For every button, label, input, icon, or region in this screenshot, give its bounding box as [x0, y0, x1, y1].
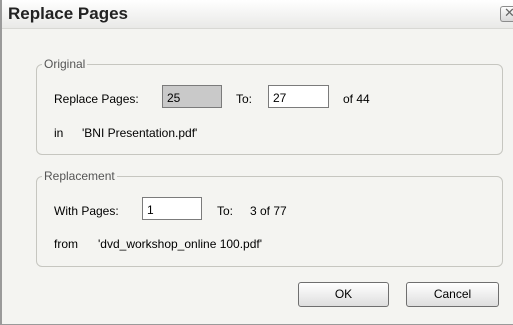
original-page-count: of 44 — [343, 92, 370, 106]
replace-pages-label: Replace Pages: — [54, 92, 139, 106]
replacement-page-range: 3 of 77 — [250, 204, 287, 218]
close-icon: ✕ — [504, 5, 513, 20]
original-to-label: To: — [236, 92, 253, 106]
cancel-button[interactable]: Cancel — [406, 282, 499, 307]
with-pages-label: With Pages: — [54, 204, 119, 218]
original-to-page-input[interactable] — [268, 85, 329, 108]
dialog-title: Replace Pages — [8, 4, 129, 23]
original-legend: Original — [44, 57, 86, 71]
replacement-from-page-input[interactable] — [142, 197, 202, 220]
close-button[interactable]: ✕ — [500, 5, 513, 22]
replace-pages-dialog: Replace Pages ✕ Original Replace Pages: … — [0, 0, 513, 325]
replacement-group: Replacement — [36, 169, 503, 267]
original-file-name: 'BNI Presentation.pdf' — [82, 126, 198, 140]
original-from-page-input[interactable] — [162, 85, 222, 108]
replacement-from-label: from — [54, 237, 78, 251]
original-in-label: in — [54, 126, 64, 140]
ok-button[interactable]: OK — [298, 282, 389, 307]
replacement-to-label: To: — [217, 204, 234, 218]
title-bar[interactable]: Replace Pages ✕ — [2, 0, 513, 29]
replacement-legend: Replacement — [44, 169, 115, 183]
replacement-file-name: 'dvd_workshop_online 100.pdf' — [98, 237, 263, 251]
